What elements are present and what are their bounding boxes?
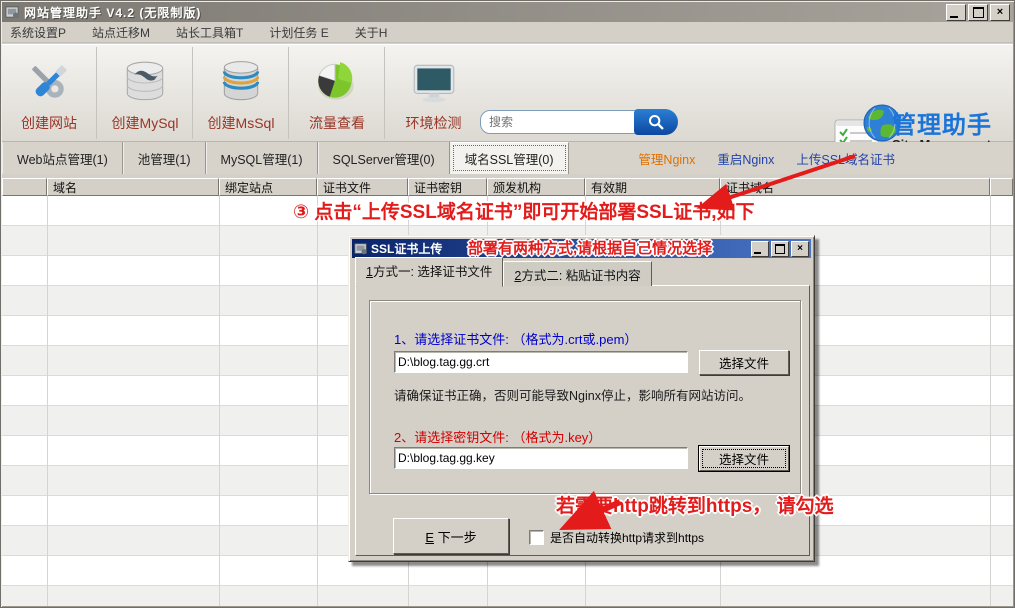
maximize-icon: [973, 7, 984, 18]
mssql-db-icon: [215, 55, 267, 111]
red-arrow-to-upload-link: [640, 140, 880, 220]
column-header-issuer[interactable]: 颁发机构: [487, 178, 585, 196]
red-arrow-to-checkbox: [540, 496, 640, 540]
tab-sqlserver-management[interactable]: SQLServer管理(0): [318, 142, 450, 174]
dialog-maximize-button[interactable]: [771, 241, 789, 257]
menu-webmaster-toolbox[interactable]: 站长工具箱T: [176, 24, 243, 41]
dialog-minimize-button[interactable]: [751, 241, 769, 257]
app-window: 网站管理助手 V4.2 (无限制版) × 系统设置P 站点迁移M 站长工具箱T …: [0, 0, 1015, 608]
dialog-close-button[interactable]: ×: [791, 241, 809, 257]
search-icon: [647, 113, 665, 131]
toolbar-button-label: 流量查看: [309, 113, 365, 133]
tab-domain-ssl-management[interactable]: 域名SSL管理(0): [450, 142, 569, 174]
choose-key-file-button[interactable]: 选择文件: [699, 446, 789, 471]
column-header-bound-site[interactable]: 绑定站点: [219, 178, 317, 196]
column-header-cert-key[interactable]: 证书密钥: [408, 178, 487, 196]
dialog-tab-choose-file[interactable]: 1方式一: 选择证书文件: [355, 257, 503, 287]
cert-warning-note: 请确保证书正确，否则可能导致Nginx停止，影响所有网站访问。: [394, 385, 751, 404]
maximize-button[interactable]: [968, 4, 988, 21]
table-grid-line: [219, 196, 220, 606]
toolbar-button-label: 创建MsSql: [208, 113, 275, 133]
close-icon: ×: [797, 244, 803, 254]
environment-check-button[interactable]: 环境检测: [386, 47, 481, 139]
toolbar: 创建网站 创建MySql: [2, 44, 1013, 142]
window-titlebar: 网站管理助手 V4.2 (无限制版) ×: [2, 2, 1013, 22]
tab-web-site-management[interactable]: Web站点管理(1): [2, 142, 123, 174]
search-button[interactable]: [634, 109, 678, 135]
cert-file-input[interactable]: [394, 351, 688, 373]
close-button[interactable]: ×: [990, 4, 1010, 21]
traffic-view-button[interactable]: 流量查看: [290, 47, 385, 139]
pie-chart-icon: [311, 55, 363, 111]
column-header-cert-file[interactable]: 证书文件: [317, 178, 408, 196]
tab-pool-management[interactable]: 池管理(1): [123, 142, 206, 174]
menu-scheduled-tasks[interactable]: 计划任务 E: [269, 24, 328, 41]
app-icon: [5, 5, 20, 20]
create-mysql-button[interactable]: 创建MySql: [98, 47, 193, 139]
menu-system-settings[interactable]: 系统设置P: [10, 24, 66, 41]
key-file-input[interactable]: [394, 447, 688, 469]
choose-cert-file-button[interactable]: 选择文件: [699, 350, 789, 375]
dialog-tab-paste-content[interactable]: 2方式二: 粘贴证书内容: [503, 261, 651, 286]
dialog-tab-bar: 1方式一: 选择证书文件 2方式二: 粘贴证书内容: [355, 264, 652, 286]
window-title: 网站管理助手 V4.2 (无限制版): [24, 4, 201, 21]
minimize-icon: [950, 16, 958, 18]
minimize-button[interactable]: [946, 4, 966, 21]
monitor-icon: [408, 55, 460, 111]
tab-mysql-management[interactable]: MySQL管理(1): [206, 142, 318, 174]
search-input[interactable]: [480, 110, 636, 134]
maximize-icon: [775, 244, 785, 254]
column-header-trailing[interactable]: [990, 178, 1013, 196]
table-grid-line: [990, 196, 991, 606]
toolbar-button-label: 创建MySql: [112, 113, 179, 133]
cert-file-label: 1、请选择证书文件: （格式为.crt或.pem）: [394, 329, 637, 348]
next-step-button[interactable]: E 下一步: [393, 518, 509, 554]
logo-title: 管理助手: [892, 105, 992, 140]
column-header-domain[interactable]: 域名: [47, 178, 219, 196]
create-website-button[interactable]: 创建网站: [2, 47, 97, 139]
close-icon: ×: [997, 7, 1003, 18]
annotation-deploy-methods: 部署有两种方式,请根据自己情况选择: [468, 237, 712, 258]
menu-bar: 系统设置P 站点迁移M 站长工具箱T 计划任务 E 关于H: [2, 22, 1013, 43]
dialog-title: SSL证书上传: [371, 240, 442, 257]
dialog-icon: [354, 242, 368, 256]
menu-site-migration[interactable]: 站点迁移M: [92, 24, 150, 41]
column-header-empty[interactable]: [2, 178, 47, 196]
minimize-icon: [754, 252, 761, 254]
menu-about[interactable]: 关于H: [355, 24, 388, 41]
toolbar-button-label: 创建网站: [21, 113, 77, 133]
tools-icon: [23, 55, 75, 111]
mysql-db-icon: [119, 55, 171, 111]
toolbar-button-label: 环境检测: [406, 113, 462, 133]
create-mssql-button[interactable]: 创建MsSql: [194, 47, 289, 139]
table-grid-line: [47, 196, 48, 606]
table-grid-line: [317, 196, 318, 606]
key-file-label: 2、请选择密钥文件: （格式为.key）: [394, 427, 601, 446]
